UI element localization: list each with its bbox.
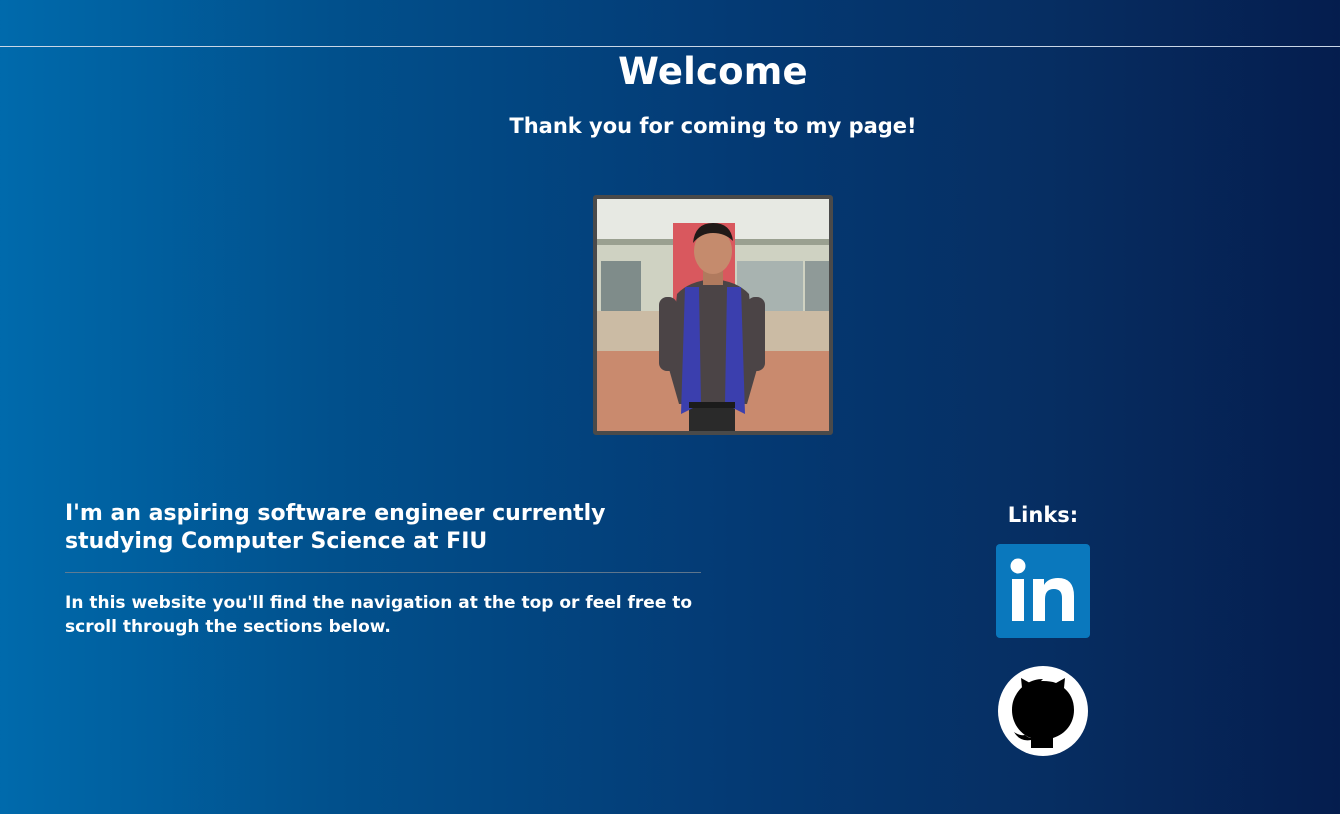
- intro-heading: I'm an aspiring software engineer curren…: [65, 501, 606, 554]
- page-subtitle: Thank you for coming to my page!: [509, 114, 917, 138]
- intro-text: In this website you'll find the navigati…: [65, 593, 693, 637]
- page-title: Welcome: [618, 50, 808, 93]
- header-divider: [0, 46, 1340, 47]
- github-link[interactable]: [998, 666, 1088, 756]
- profile-photo-image: [597, 199, 829, 431]
- intro-divider: [65, 572, 701, 573]
- intro-section: I'm an aspiring software engineer curren…: [65, 500, 701, 639]
- linkedin-link[interactable]: [996, 544, 1090, 638]
- links-label: Links:: [1007, 503, 1079, 527]
- profile-photo: [593, 195, 833, 435]
- github-icon: [1012, 678, 1074, 748]
- linkedin-icon: [1010, 558, 1074, 621]
